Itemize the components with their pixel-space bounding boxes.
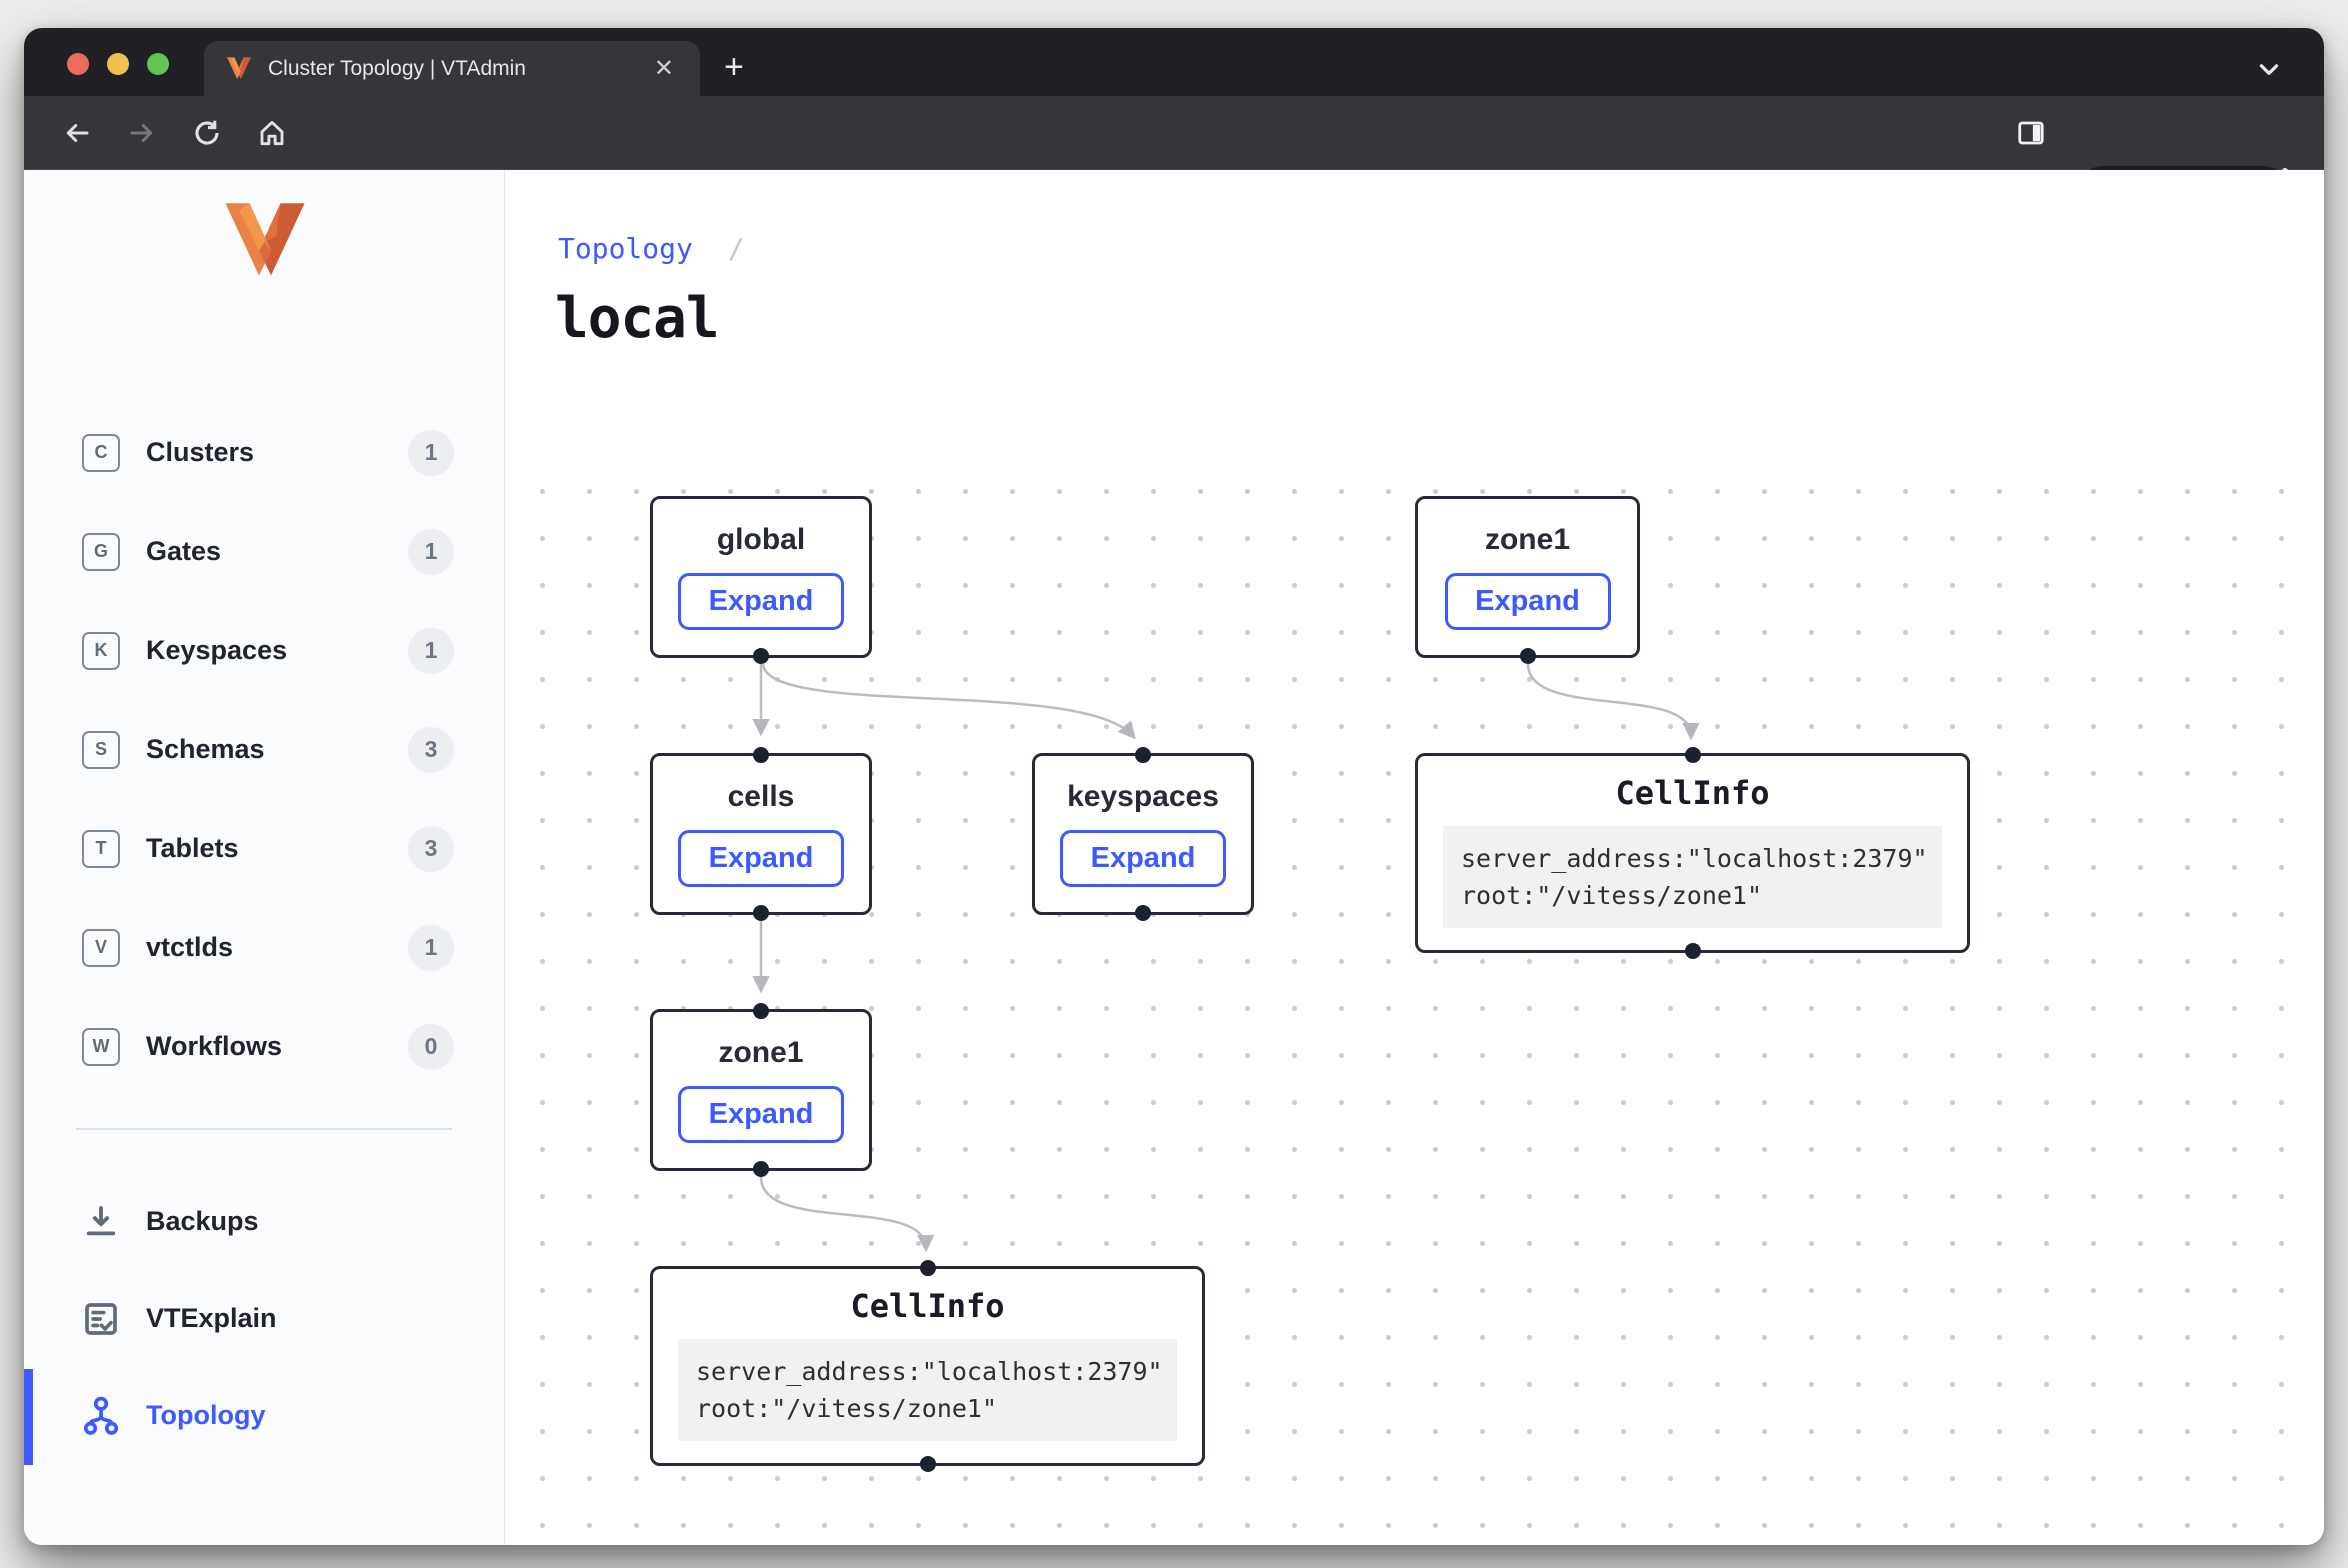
tab-close-icon[interactable]: ✕ bbox=[650, 54, 678, 83]
clusters-count-badge: 1 bbox=[408, 430, 454, 476]
topology-icon bbox=[80, 1395, 122, 1437]
sidebar-item-vtexplain[interactable]: VTExplain bbox=[24, 1270, 504, 1367]
tablets-icon: T bbox=[82, 830, 120, 868]
node-global: global Expand bbox=[650, 496, 872, 658]
expand-zone1-cell-button[interactable]: Expand bbox=[678, 1086, 844, 1143]
home-button[interactable] bbox=[257, 118, 287, 148]
connector-dot bbox=[1520, 648, 1536, 664]
gates-icon: G bbox=[82, 533, 120, 571]
topology-graph: global Expand zone1 Expand cells Expand bbox=[505, 450, 2324, 1545]
zoom-window-button[interactable] bbox=[147, 53, 169, 75]
new-tab-button[interactable]: + bbox=[724, 50, 744, 84]
connector-dot bbox=[1685, 943, 1701, 959]
connector-dot bbox=[920, 1260, 936, 1276]
node-zone1-cell: zone1 Expand bbox=[650, 1009, 872, 1171]
active-nav-indicator bbox=[24, 1369, 33, 1465]
gates-count-badge: 1 bbox=[408, 529, 454, 575]
edge-zone1-cellinfo bbox=[761, 1177, 926, 1248]
sidebar-divider bbox=[76, 1128, 452, 1130]
connector-dot bbox=[753, 1003, 769, 1019]
node-cellinfo-right: CellInfo server_address:"localhost:2379"… bbox=[1415, 753, 1970, 953]
connector-dot bbox=[753, 1161, 769, 1177]
back-button[interactable] bbox=[62, 118, 92, 148]
tab-search-chevron-icon[interactable] bbox=[2254, 54, 2284, 89]
sidebar-item-keyspaces[interactable]: K Keyspaces 1 bbox=[24, 601, 504, 700]
connector-dot bbox=[1135, 905, 1151, 921]
edge-global-keyspaces bbox=[763, 664, 1133, 736]
sidebar-item-clusters[interactable]: C Clusters 1 bbox=[24, 403, 504, 502]
expand-keyspaces-button[interactable]: Expand bbox=[1060, 830, 1226, 887]
clusters-icon: C bbox=[82, 434, 120, 472]
cellinfo-code: server_address:"localhost:2379" root:"/v… bbox=[678, 1339, 1177, 1441]
connector-dot bbox=[753, 747, 769, 763]
browser-toolbar: localhost:14201/topology/local Incognito… bbox=[24, 96, 2324, 170]
vitess-logo bbox=[222, 202, 308, 282]
cellinfo-code: server_address:"localhost:2379" root:"/v… bbox=[1443, 826, 1942, 928]
sidebar-item-tablets[interactable]: T Tablets 3 bbox=[24, 799, 504, 898]
node-zone1-root: zone1 Expand bbox=[1415, 496, 1640, 658]
breadcrumb: Topology / bbox=[558, 232, 745, 265]
forward-button[interactable] bbox=[127, 118, 157, 148]
connector-dot bbox=[920, 1456, 936, 1472]
sidebar-item-vtctlds[interactable]: V vtctlds 1 bbox=[24, 898, 504, 997]
active-tab[interactable]: Cluster Topology | VTAdmin ✕ bbox=[204, 41, 700, 96]
reload-button[interactable] bbox=[192, 118, 222, 148]
download-icon bbox=[80, 1201, 122, 1243]
vtctlds-count-badge: 1 bbox=[408, 925, 454, 971]
tab-strip: Cluster Topology | VTAdmin ✕ + bbox=[24, 28, 2324, 96]
keyspaces-count-badge: 1 bbox=[408, 628, 454, 674]
breadcrumb-topology-link[interactable]: Topology bbox=[558, 232, 693, 265]
connector-dot bbox=[1685, 747, 1701, 763]
node-cellinfo-bottom: CellInfo server_address:"localhost:2379"… bbox=[650, 1266, 1205, 1466]
browser-window: Cluster Topology | VTAdmin ✕ + localhost… bbox=[24, 28, 2324, 1545]
sidebar-nav: C Clusters 1 G Gates 1 K Keyspaces 1 S S… bbox=[24, 403, 504, 1096]
connector-dot bbox=[1135, 747, 1151, 763]
sidebar-item-gates[interactable]: G Gates 1 bbox=[24, 502, 504, 601]
sidebar-item-backups[interactable]: Backups bbox=[24, 1173, 504, 1270]
expand-cells-button[interactable]: Expand bbox=[678, 830, 844, 887]
expand-zone1-root-button[interactable]: Expand bbox=[1445, 573, 1611, 630]
tab-title: Cluster Topology | VTAdmin bbox=[268, 57, 634, 81]
sidebar-tools: Backups VTExplain Topology bbox=[24, 1173, 504, 1464]
vtctlds-icon: V bbox=[82, 929, 120, 967]
tablets-count-badge: 3 bbox=[408, 826, 454, 872]
connector-dot bbox=[753, 905, 769, 921]
connector-dot bbox=[753, 648, 769, 664]
sidebar-item-topology[interactable]: Topology bbox=[24, 1367, 504, 1464]
sidebar-item-schemas[interactable]: S Schemas 3 bbox=[24, 700, 504, 799]
close-window-button[interactable] bbox=[67, 53, 89, 75]
node-keyspaces: keyspaces Expand bbox=[1032, 753, 1254, 915]
workflows-count-badge: 0 bbox=[408, 1024, 454, 1070]
breadcrumb-separator: / bbox=[728, 232, 745, 265]
minimize-window-button[interactable] bbox=[107, 53, 129, 75]
vitess-favicon-icon bbox=[226, 57, 252, 81]
expand-global-button[interactable]: Expand bbox=[678, 573, 844, 630]
page-title: local bbox=[555, 286, 719, 351]
side-panel-icon[interactable] bbox=[2016, 118, 2046, 148]
main-panel: Topology / local bbox=[505, 170, 2324, 1545]
keyspaces-icon: K bbox=[82, 632, 120, 670]
page-content: C Clusters 1 G Gates 1 K Keyspaces 1 S S… bbox=[24, 170, 2324, 1545]
schemas-icon: S bbox=[82, 731, 120, 769]
sidebar-item-workflows[interactable]: W Workflows 0 bbox=[24, 997, 504, 1096]
node-cells: cells Expand bbox=[650, 753, 872, 915]
vtexplain-icon bbox=[80, 1298, 122, 1340]
workflows-icon: W bbox=[82, 1028, 120, 1066]
edge-zone1root-cellinfo bbox=[1528, 664, 1691, 736]
sidebar: C Clusters 1 G Gates 1 K Keyspaces 1 S S… bbox=[24, 170, 505, 1545]
schemas-count-badge: 3 bbox=[408, 727, 454, 773]
